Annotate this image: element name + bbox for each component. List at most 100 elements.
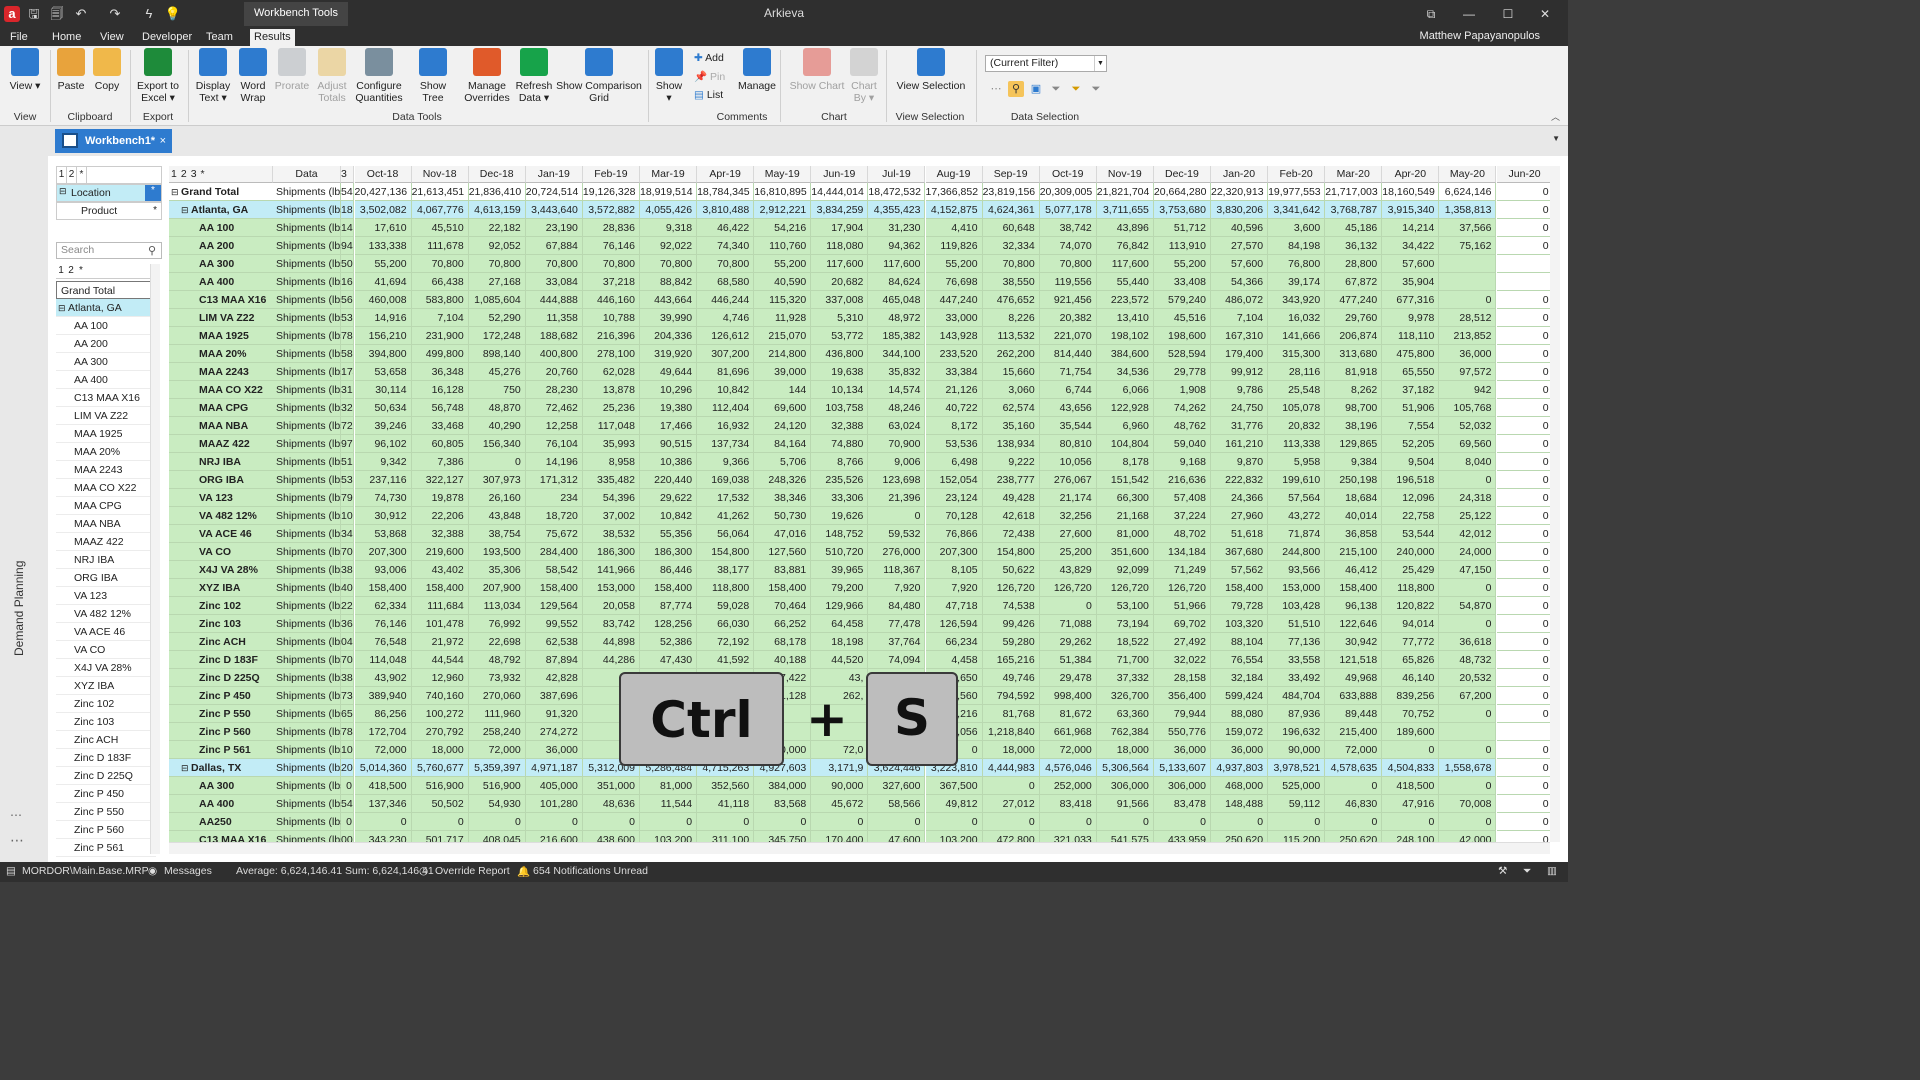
column-header[interactable]: May-20 (1439, 166, 1497, 183)
grid-cell[interactable]: 250,620 (1211, 831, 1269, 842)
grid-cell[interactable]: 516,900 (411, 777, 469, 795)
grid-cell[interactable]: 76,146 (354, 615, 412, 633)
grid-cell[interactable]: 356,400 (1153, 687, 1211, 705)
grid-cell[interactable]: 113,338 (1268, 435, 1326, 453)
grid-cell[interactable]: 104,804 (1096, 435, 1154, 453)
grid-cell[interactable]: 8,226 (982, 309, 1040, 327)
grid-cell[interactable]: 76,842 (1096, 237, 1154, 255)
row-member[interactable]: MAA NBA (169, 417, 273, 435)
grid-cell[interactable]: 248,326 (754, 471, 812, 489)
grid-cell[interactable]: 32,388 (411, 525, 469, 543)
grid-cell[interactable]: 44,898 (582, 633, 640, 651)
filter-select[interactable]: (Current Filter) ▼ (985, 55, 1107, 72)
grid-cell[interactable]: 198,102 (1096, 327, 1154, 345)
grid-cell[interactable]: 79,728 (1211, 597, 1269, 615)
grid-cell[interactable]: 38,196 (1325, 417, 1383, 435)
grid-cell[interactable]: 0 (1439, 777, 1497, 795)
grid-cell[interactable]: 6,744 (1039, 381, 1097, 399)
grid-cell[interactable]: 117,600 (868, 255, 926, 273)
grid-cell[interactable]: 24,000 (1439, 543, 1497, 561)
grid-cell[interactable]: 33,000 (925, 309, 983, 327)
grid-cell[interactable]: 50,622 (982, 561, 1040, 579)
grid-cell[interactable]: 500 (341, 255, 354, 273)
grid-cell[interactable]: 541,575 (1096, 831, 1154, 842)
row-member[interactable]: MAA CPG (169, 399, 273, 417)
grid-cell[interactable]: 36,000 (525, 741, 583, 759)
grid-cell[interactable]: 740,160 (411, 687, 469, 705)
grid-cell[interactable]: 100,272 (411, 705, 469, 723)
grid-cell[interactable]: 0 (1496, 435, 1550, 453)
grid-cell[interactable]: 700 (341, 543, 354, 561)
grid-cell[interactable]: 17,466 (640, 417, 698, 435)
grid-cell[interactable]: 47,016 (754, 525, 812, 543)
grid-cell[interactable]: 28,800 (1325, 255, 1383, 273)
grid-cell[interactable]: 74,070 (1039, 237, 1097, 255)
table-row[interactable]: C13 MAA X16 Shipments (lbs)000343,230501,… (169, 831, 1550, 842)
grid-cell[interactable]: 4,937,803 (1211, 759, 1269, 777)
grid-cell[interactable]: 0 (1496, 345, 1550, 363)
grid-cell[interactable]: 13,410 (1096, 309, 1154, 327)
grid-cell[interactable]: 74,094 (868, 651, 926, 669)
grid-cell[interactable]: 70,800 (582, 255, 640, 273)
grid-cell[interactable]: 10,386 (640, 453, 698, 471)
grid-cell[interactable]: 21,396 (868, 489, 926, 507)
grid-cell[interactable]: 50,730 (754, 507, 812, 525)
grid-cell[interactable]: 56,748 (411, 399, 469, 417)
grid-cell[interactable]: 47,430 (640, 651, 698, 669)
tree-scrollbar[interactable] (150, 264, 160, 854)
grid-cell[interactable]: 206,874 (1325, 327, 1383, 345)
grid-cell[interactable]: 6,960 (1096, 417, 1154, 435)
tree-item[interactable]: VA CO (56, 641, 156, 659)
grid-cell[interactable]: 171,312 (525, 471, 583, 489)
grid-cell[interactable]: 67,872 (1325, 273, 1383, 291)
row-member[interactable]: ⊟ Atlanta, GA (169, 201, 273, 219)
grid-cell[interactable]: 18,784,345 (697, 183, 755, 201)
grid-cell[interactable]: 148,752 (811, 525, 869, 543)
word-wrap-button[interactable]: Word Wrap (234, 48, 272, 104)
grid-cell[interactable]: 207,300 (925, 543, 983, 561)
grid-cell[interactable]: 99,552 (525, 615, 583, 633)
column-header[interactable]: Sep-19 (982, 166, 1040, 183)
grid-cell[interactable]: 25,122 (1439, 507, 1497, 525)
grid-cell[interactable]: 17,366,852 (925, 183, 983, 201)
grid-cell[interactable]: 14,196 (525, 453, 583, 471)
grid-cell[interactable]: 35,993 (582, 435, 640, 453)
grid-cell[interactable]: 111,960 (468, 705, 526, 723)
grid-cell[interactable] (1496, 255, 1550, 273)
grid-cell[interactable]: 199,610 (1268, 471, 1326, 489)
grid-cell[interactable]: 446,244 (697, 291, 755, 309)
table-row[interactable]: VA ACE 46Shipments (lbs)34253,86832,3883… (169, 525, 1550, 543)
grid-cell[interactable]: 88,104 (1211, 633, 1269, 651)
grid-cell[interactable]: 548 (341, 795, 354, 813)
grid-cell[interactable]: 30,114 (354, 381, 412, 399)
grid-cell[interactable]: 599,424 (1211, 687, 1269, 705)
grid-cell[interactable]: 5,760,677 (411, 759, 469, 777)
grid-cell[interactable]: 5,706 (754, 453, 812, 471)
grid-cell[interactable]: 84,198 (1268, 237, 1326, 255)
grid-cell[interactable]: 69,702 (1153, 615, 1211, 633)
grid-cell[interactable]: 54,366 (1211, 273, 1269, 291)
tree-item[interactable]: C13 MAA X16 (56, 389, 156, 407)
row-member[interactable]: MAA 20% (169, 345, 273, 363)
grid-cell[interactable]: 27,570 (1211, 237, 1269, 255)
grid-cell[interactable] (1496, 723, 1550, 741)
tree-level-selector[interactable]: 1 2 * (56, 264, 150, 279)
grid-cell[interactable]: 732 (341, 687, 354, 705)
grid-cell[interactable]: 43,272 (1268, 507, 1326, 525)
grid-cell[interactable]: 28,158 (1153, 669, 1211, 687)
grid-cell[interactable]: 389,940 (354, 687, 412, 705)
grid-cell[interactable]: 29,478 (1039, 669, 1097, 687)
grid-cell[interactable]: 48,702 (1153, 525, 1211, 543)
grid-cell[interactable]: 1,218,840 (982, 723, 1040, 741)
row-member[interactable]: Zinc P 450 (169, 687, 273, 705)
grid-cell[interactable]: 50,634 (354, 399, 412, 417)
column-header[interactable]: Feb-20 (1268, 166, 1326, 183)
grid-cell[interactable]: 48,972 (868, 309, 926, 327)
grid-cell[interactable]: 16,932 (697, 417, 755, 435)
grid-cell[interactable]: 23,124 (925, 489, 983, 507)
row-member[interactable]: XYZ IBA (169, 579, 273, 597)
grid-cell[interactable]: 38,177 (697, 561, 755, 579)
grid-cell[interactable]: 66,252 (754, 615, 812, 633)
grid-cell[interactable]: 580 (341, 345, 354, 363)
grid-cell[interactable]: 15,660 (982, 363, 1040, 381)
